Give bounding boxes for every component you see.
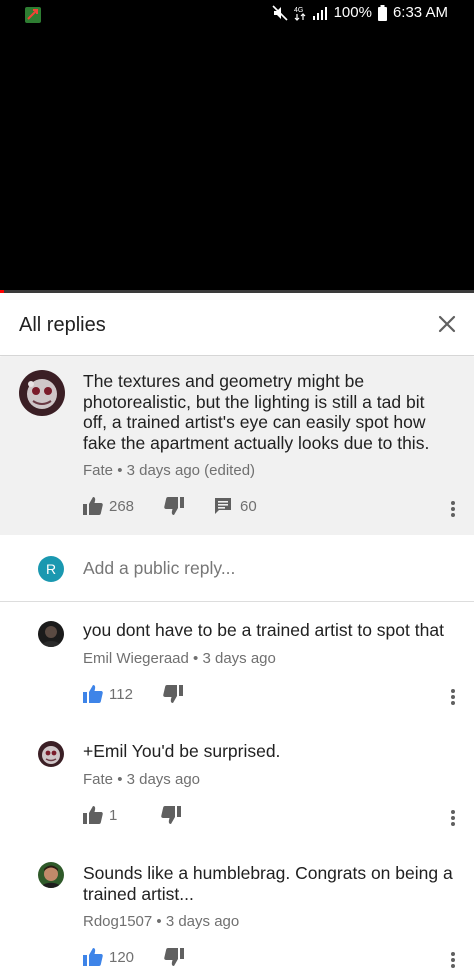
meta-separator: •: [117, 771, 127, 788]
comment-text: Sounds like a humblebrag. Congrats on be…: [83, 863, 453, 904]
comment-meta: Fate • 3 days ago (edited): [83, 462, 255, 479]
dislike-button[interactable]: [161, 806, 182, 824]
thumbs-up-icon: [83, 497, 103, 515]
comment-actions: 112: [83, 685, 183, 703]
status-bar: 4G 100% 6:33 AM: [0, 0, 474, 30]
close-icon[interactable]: [432, 309, 462, 339]
public-reply-box[interactable]: R Add a public reply...: [0, 536, 474, 602]
comment-author[interactable]: Rdog1507: [83, 913, 152, 930]
more-options-icon[interactable]: [448, 687, 458, 707]
video-player[interactable]: [0, 0, 474, 292]
thumbs-down-icon: [161, 806, 182, 824]
signal-icon: [312, 6, 327, 20]
reply-count-button[interactable]: 60: [214, 497, 257, 515]
reply-count: 60: [240, 497, 257, 515]
replies-header: All replies: [0, 293, 474, 356]
comment-time: 3 days ago: [165, 913, 240, 930]
comment-author[interactable]: Emil Wiegeraad: [83, 650, 189, 667]
parent-comment: The textures and geometry might be photo…: [0, 357, 474, 535]
mute-icon: [272, 4, 288, 21]
comment-time: 3 days ago (edited): [126, 462, 256, 479]
more-options-icon[interactable]: [448, 950, 458, 970]
reply-item: Sounds like a humblebrag. Congrats on be…: [0, 843, 474, 974]
comment-text: +Emil You'd be surprised.: [83, 741, 281, 761]
thumbs-up-icon: [83, 685, 103, 703]
public-reply-input[interactable]: Add a public reply...: [83, 558, 235, 579]
comment-time: 3 days ago: [202, 650, 276, 667]
thumbs-up-icon: [83, 948, 103, 966]
battery-icon: [377, 4, 387, 21]
comment-author[interactable]: Fate: [83, 462, 113, 479]
like-count: 268: [109, 497, 135, 515]
comment-meta: Rdog1507 • 3 days ago: [83, 913, 239, 930]
like-button[interactable]: [83, 685, 103, 703]
comment-text: you dont have to be a trained artist to …: [83, 620, 444, 640]
dislike-button[interactable]: [163, 685, 183, 703]
like-button[interactable]: [83, 806, 103, 824]
dislike-button[interactable]: [164, 497, 185, 515]
more-options-icon[interactable]: [448, 499, 458, 519]
thumbs-up-icon: [83, 806, 103, 824]
comment-actions: 1: [83, 806, 182, 824]
meta-separator: •: [156, 913, 166, 930]
clock: 6:33 AM: [392, 4, 448, 21]
thumbs-down-icon: [163, 685, 183, 703]
avatar[interactable]: [38, 741, 64, 767]
comment-author[interactable]: Fate: [83, 771, 113, 788]
meta-separator: •: [117, 462, 127, 479]
like-button[interactable]: [83, 948, 103, 966]
dislike-button[interactable]: [164, 948, 185, 966]
comment-actions: 268 60: [83, 497, 257, 515]
reply-item: +Emil You'd be surprised. Fate • 3 days …: [0, 722, 474, 862]
page-title: All replies: [19, 314, 106, 336]
comment-time: 3 days ago: [126, 771, 200, 788]
user-avatar: R: [38, 556, 64, 582]
like-button[interactable]: [83, 497, 103, 515]
comment-meta: Fate • 3 days ago: [83, 771, 200, 788]
reply-item: you dont have to be a trained artist to …: [0, 602, 474, 742]
battery-percent: 100%: [333, 4, 372, 21]
like-count: 112: [109, 685, 133, 703]
thumbs-down-icon: [164, 497, 185, 515]
comment-icon: [215, 498, 232, 514]
avatar[interactable]: [38, 862, 64, 888]
like-count: 120: [109, 948, 135, 966]
like-count: 1: [109, 806, 118, 824]
comment-text: The textures and geometry might be photo…: [83, 371, 430, 453]
more-options-icon[interactable]: [448, 808, 458, 828]
avatar[interactable]: [19, 370, 65, 416]
network-type-icon: 4G: [294, 7, 306, 21]
comment-meta: Emil Wiegeraad • 3 days ago: [83, 650, 276, 667]
avatar[interactable]: [38, 621, 64, 647]
svg-text:4G: 4G: [294, 7, 303, 14]
thumbs-down-icon: [164, 948, 185, 966]
comment-actions: 120: [83, 948, 185, 966]
app-notification-icon: [25, 7, 41, 23]
